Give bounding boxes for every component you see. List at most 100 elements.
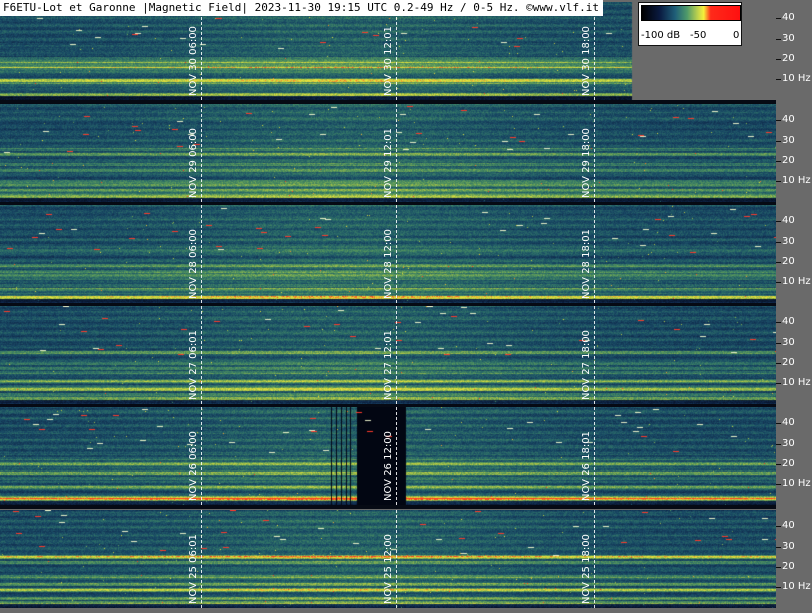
time-gridline <box>594 306 595 404</box>
time-gridline <box>201 205 202 303</box>
frequency-tick-label: 20 <box>782 53 795 64</box>
frequency-tick <box>776 363 781 364</box>
frequency-tick <box>776 526 781 527</box>
frequency-tick <box>776 262 781 263</box>
frequency-axis: 40 30 20 10 Hz <box>776 510 812 608</box>
spectrogram-panel: NOV 25 06:01 NOV 25 12:00 NOV 25 18:00 <box>0 510 776 608</box>
frequency-tick-label: 20 <box>782 357 795 368</box>
time-tick-label: NOV 26 18:01 <box>581 431 592 501</box>
colorbar-max-label: 0 <box>733 30 740 41</box>
frequency-tick <box>776 567 781 568</box>
colorbar-min-label: -100 dB <box>641 30 681 41</box>
colorbar-legend: -100 dB -50 0 <box>638 2 742 46</box>
time-gridline <box>594 205 595 303</box>
time-tick-label: NOV 26 06:00 <box>188 431 199 501</box>
time-gridline <box>396 104 397 202</box>
frequency-tick-label: 40 <box>782 316 795 327</box>
frequency-tick <box>776 282 781 283</box>
frequency-tick <box>776 161 781 162</box>
frequency-axis: 40 30 20 10 Hz <box>776 104 812 202</box>
frequency-tick-label: 20 <box>782 458 795 469</box>
frequency-axis: 40 30 20 10 Hz <box>776 306 812 404</box>
time-gridline <box>594 2 595 100</box>
frequency-tick <box>776 547 781 548</box>
frequency-tick-label: 10 Hz <box>782 478 811 489</box>
frequency-tick <box>776 120 781 121</box>
time-tick-label: NOV 29 12:01 <box>383 128 394 198</box>
time-tick-label: NOV 29 06:00 <box>188 128 199 198</box>
frequency-tick-label: 40 <box>782 520 795 531</box>
frequency-tick <box>776 39 781 40</box>
time-gridline <box>396 510 397 608</box>
frequency-tick-label: 30 <box>782 236 795 247</box>
frequency-tick-label: 40 <box>782 417 795 428</box>
frequency-axis: 40 30 20 10 Hz <box>776 2 812 100</box>
time-tick-label: NOV 28 18:01 <box>581 229 592 299</box>
time-gridline <box>201 510 202 608</box>
frequency-tick-label: 30 <box>782 541 795 552</box>
chart-title: F6ETU-Lot et Garonne |Magnetic Field| 20… <box>0 0 604 16</box>
frequency-tick <box>776 18 781 19</box>
frequency-axis: 40 30 20 10 Hz <box>776 407 812 505</box>
frequency-tick-label: 30 <box>782 33 795 44</box>
time-tick-label: NOV 30 12:01 <box>383 26 394 96</box>
frequency-axis: 40 30 20 10 Hz <box>776 205 812 303</box>
time-tick-label: NOV 27 12:01 <box>383 330 394 400</box>
time-tick-label: NOV 27 06:01 <box>188 330 199 400</box>
time-gridline <box>396 205 397 303</box>
time-gridline <box>396 306 397 404</box>
frequency-tick <box>776 383 781 384</box>
time-gridline <box>201 104 202 202</box>
colorbar-mid-label: -50 <box>690 30 707 41</box>
frequency-tick-label: 40 <box>782 114 795 125</box>
frequency-tick-label: 10 Hz <box>782 73 811 84</box>
time-tick-label: NOV 29 18:00 <box>581 128 592 198</box>
frequency-tick-label: 40 <box>782 215 795 226</box>
spectrogram-panel: NOV 28 06:00 NOV 28 12:00 NOV 28 18:01 <box>0 205 776 303</box>
time-tick-label: NOV 30 18:00 <box>581 26 592 96</box>
time-gridline <box>396 2 397 100</box>
time-tick-label: NOV 25 12:00 <box>383 534 394 604</box>
time-gridline <box>201 306 202 404</box>
time-tick-label: NOV 28 12:00 <box>383 229 394 299</box>
time-gridline <box>594 510 595 608</box>
frequency-tick <box>776 242 781 243</box>
frequency-tick <box>776 79 781 80</box>
frequency-tick <box>776 587 781 588</box>
time-tick-label: NOV 28 06:00 <box>188 229 199 299</box>
frequency-tick <box>776 423 781 424</box>
frequency-tick-label: 10 Hz <box>782 276 811 287</box>
colorbar-gradient <box>641 5 741 21</box>
frequency-tick-label: 30 <box>782 135 795 146</box>
frequency-tick-label: 30 <box>782 337 795 348</box>
spectrogram-panel: NOV 26 06:00 NOV 26 12:00 NOV 26 18:01 <box>0 407 776 505</box>
time-tick-label: NOV 25 06:01 <box>188 534 199 604</box>
time-tick-label: NOV 25 18:00 <box>581 534 592 604</box>
frequency-tick <box>776 464 781 465</box>
frequency-tick-label: 20 <box>782 256 795 267</box>
time-gridline <box>396 407 397 505</box>
frequency-tick <box>776 343 781 344</box>
frequency-tick <box>776 444 781 445</box>
frequency-tick-label: 10 Hz <box>782 581 811 592</box>
time-tick-label: NOV 30 06:00 <box>188 26 199 96</box>
frequency-tick <box>776 181 781 182</box>
spectrogram-panel: NOV 27 06:01 NOV 27 12:01 NOV 27 18:00 <box>0 306 776 404</box>
frequency-tick <box>776 141 781 142</box>
spectrogram-panel: NOV 29 06:00 NOV 29 12:01 NOV 29 18:00 <box>0 104 776 202</box>
time-tick-label: NOV 27 18:00 <box>581 330 592 400</box>
panel-separator <box>0 505 776 509</box>
frequency-tick-label: 10 Hz <box>782 175 811 186</box>
time-gridline <box>201 2 202 100</box>
spectrogram-chart: NOV 30 06:00 NOV 30 12:01 NOV 30 18:00 40 30… <box>0 0 812 613</box>
time-gridline <box>594 104 595 202</box>
frequency-tick-label: 40 <box>782 12 795 23</box>
frequency-tick-label: 20 <box>782 155 795 166</box>
frequency-tick-label: 10 Hz <box>782 377 811 388</box>
frequency-tick <box>776 59 781 60</box>
frequency-tick-label: 20 <box>782 561 795 572</box>
time-gridline <box>594 407 595 505</box>
time-gridline <box>201 407 202 505</box>
frequency-tick <box>776 484 781 485</box>
frequency-tick-label: 30 <box>782 438 795 449</box>
